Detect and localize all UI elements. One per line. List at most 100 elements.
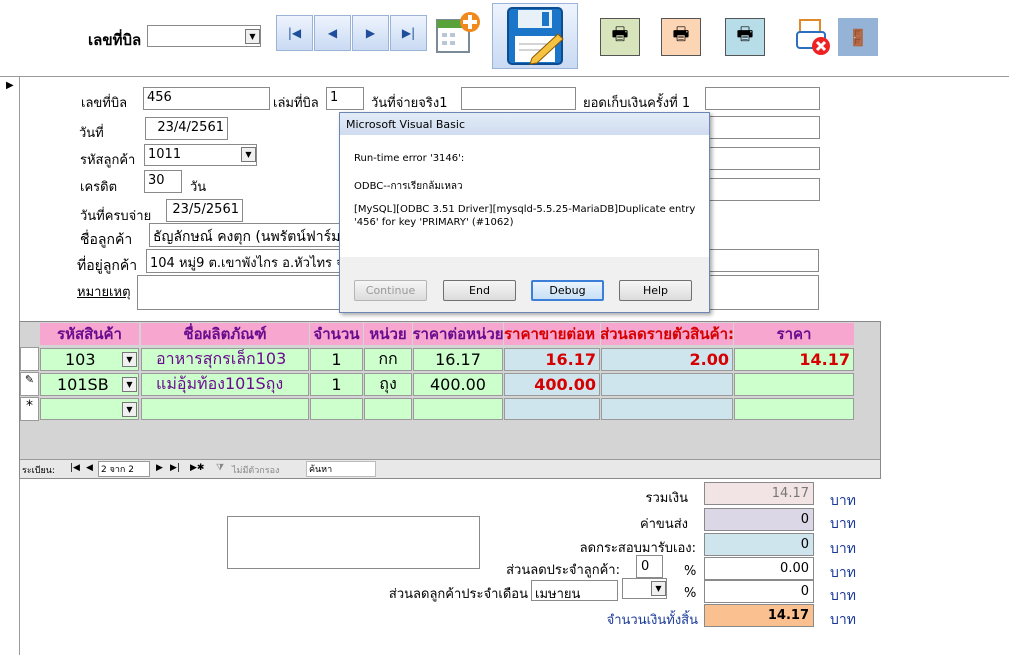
new-row-unit[interactable] [364,398,412,420]
row2-qty[interactable]: 1 [310,373,363,396]
book-label: เล่มที่บิล [273,96,319,111]
col-header-qty[interactable]: จำนวน [310,323,363,345]
save-button[interactable] [492,3,578,69]
dialog-titlebar[interactable]: Microsoft Visual Basic [340,113,709,136]
monthly-discount-value[interactable]: 0 [704,580,814,603]
row2-name-text: แม่อุ้มท้อง101Sถุง [156,374,284,393]
next-record-icon[interactable]: ▶ [156,463,163,473]
collect-field-3[interactable] [705,147,820,170]
address-field[interactable]: 104 หมู่9 ต.เขาพังไกร อ.หัวไทร จ [146,249,344,273]
row1-unit[interactable]: กก [364,348,412,371]
new-row-discount[interactable] [601,398,733,420]
prev-record-icon[interactable]: ◀ [86,463,93,473]
date-field[interactable]: 23/4/2561 [145,117,228,140]
new-row-qty[interactable] [310,398,363,420]
row2-name[interactable]: แม่อุ้มท้อง101Sถุง [141,373,309,396]
collect-field-4[interactable] [705,178,820,201]
col-header-sale-price[interactable]: ราคาขายต่อห [504,323,600,345]
note-field-ext[interactable] [705,275,819,310]
print-button-3[interactable]: 🖶 [725,18,765,56]
new-row-name[interactable] [141,398,309,420]
col-header-price[interactable]: ราคา [734,323,854,345]
last-record-icon[interactable]: ▶| [170,463,180,473]
customer-name-field[interactable]: ธัญลักษณ์ คงตุก (นพรัตน์ฟาร์ม [149,223,345,247]
note-field[interactable] [137,275,343,310]
row2-price[interactable] [734,373,854,396]
new-row-selector[interactable]: * [20,397,39,421]
row-selector-1[interactable] [20,347,39,371]
customer-discount-pct[interactable]: 0 [636,555,663,578]
bill-no-top-select[interactable] [147,25,261,47]
filter-icon[interactable]: ⧩ [216,463,224,473]
chevron-down-icon[interactable]: ▼ [241,147,256,162]
col-header-discount[interactable]: ส่วนลดรายตัวสินค้า: [601,323,733,345]
col-header-unit-price[interactable]: ราคาต่อหน่วย [413,323,503,345]
chevron-down-icon[interactable]: ▼ [245,29,260,44]
first-record-icon[interactable]: |◀ [70,463,80,473]
collect-field-1[interactable] [705,87,820,110]
continue-button[interactable]: Continue [354,280,427,301]
record-position-field[interactable]: 2 จาก 2 [98,461,150,477]
next-record-button[interactable]: ▶ [352,15,389,51]
total-value: 14.17 [704,482,814,505]
row2-discount[interactable] [601,373,733,396]
row1-qty[interactable]: 1 [310,348,363,371]
exit-button[interactable]: 🚪 [838,18,878,56]
row1-unit-text: กก [378,349,398,368]
row2-unit-price[interactable]: 400.00 [413,373,503,396]
chevron-down-icon[interactable]: ▼ [122,402,137,417]
credit-label: เครดิต [80,180,118,195]
cancel-print-button[interactable] [793,18,833,56]
row2-unit[interactable]: ถุง [364,373,412,396]
row1-name[interactable]: อาหารสุกรเล็ก103 [141,348,309,371]
last-record-button[interactable]: ▶| [390,15,427,51]
col-header-unit[interactable]: หน่วย [364,323,412,345]
print-button-2[interactable]: 🖶 [661,18,701,56]
filter-status[interactable]: ไม่มีตัวกรอง [232,463,279,477]
new-row-sale-price[interactable] [504,398,600,420]
row1-code-text: 103 [65,350,96,369]
book-field[interactable]: 1 [326,87,364,110]
monthly-discount-label: ส่วนลดลูกค้าประจำเดือน [388,587,528,602]
debug-button[interactable]: Debug [531,280,604,301]
help-button[interactable]: Help [619,280,692,301]
prev-record-button[interactable]: ◀ [314,15,351,51]
shipping-field[interactable]: 0 [704,508,814,531]
col-header-code[interactable]: รหัสสินค้า [40,323,139,345]
dialog-title: Microsoft Visual Basic [346,118,466,131]
first-record-button[interactable]: |◀ [276,15,313,51]
row2-sale-price[interactable]: 400.00 [504,373,600,396]
customer-code-label: รหัสลูกค้า [80,153,136,168]
new-row-price[interactable] [734,398,854,420]
new-row-marker: * [26,398,33,414]
due-date-field[interactable]: 23/5/2561 [166,199,243,222]
bill-no-field[interactable]: 456 [143,87,270,110]
address-field-ext[interactable] [705,249,819,272]
end-button[interactable]: End [443,280,516,301]
chevron-down-icon[interactable]: ▼ [651,581,666,596]
printer-icon: 🖶 [672,24,690,45]
credit-field[interactable]: 30 [144,170,182,193]
shipping-baht: บาท [830,516,856,532]
print-button-1[interactable]: 🖶 [600,18,640,56]
bag-discount-field[interactable]: 0 [704,533,814,556]
actual-pay-field[interactable] [461,87,576,110]
row1-discount-text: 2.00 [689,350,729,369]
search-input[interactable]: ค้นหา [306,461,376,477]
row1-unit-price[interactable]: 16.17 [413,348,503,371]
row-selector-2[interactable]: ✎ [20,372,39,396]
row1-discount[interactable]: 2.00 [601,348,733,371]
comment-box[interactable] [227,516,480,569]
chevron-down-icon[interactable]: ▼ [122,352,137,367]
monthly-month-field[interactable]: เมษายน [531,580,618,601]
row1-sale-price[interactable]: 16.17 [504,348,600,371]
customer-discount-value[interactable]: 0.00 [704,557,814,580]
new-row-unit-price[interactable] [413,398,503,420]
grand-total-value: 14.17 [704,604,814,627]
chevron-down-icon[interactable]: ▼ [122,377,137,392]
new-record-icon[interactable]: ▶✱ [190,463,204,473]
row1-price[interactable]: 14.17 [734,348,854,371]
add-record-button[interactable] [434,10,482,58]
col-header-name[interactable]: ชื่อผลิตภัณฑ์ [141,323,309,345]
collect-field-2[interactable] [705,116,820,139]
